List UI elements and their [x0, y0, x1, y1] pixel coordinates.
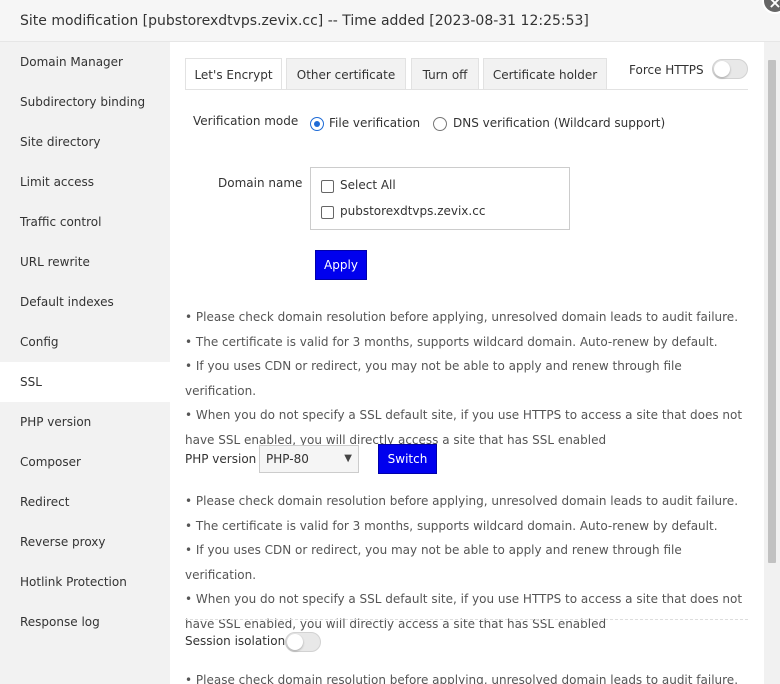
apply-button[interactable]: Apply — [315, 250, 367, 280]
note-text: • When you do not specify a SSL default … — [185, 592, 743, 631]
sidebar-item-hotlink-protection[interactable]: Hotlink Protection — [0, 562, 170, 602]
sidebar-item-site-directory[interactable]: Site directory — [0, 122, 170, 162]
sidebar-item-traffic-control[interactable]: Traffic control — [0, 202, 170, 242]
sidebar-item-config[interactable]: Config — [0, 322, 170, 362]
toggle-knob — [714, 61, 730, 77]
sidebar-item-response-log[interactable]: Response log — [0, 602, 170, 642]
select-all-checkbox[interactable] — [321, 180, 334, 193]
select-all-label[interactable]: Select All — [340, 178, 396, 192]
sidebar-item-php-version[interactable]: PHP version — [0, 402, 170, 442]
domain-checkbox[interactable] — [321, 206, 334, 219]
chevron-down-icon: ▼ — [344, 453, 352, 464]
window-title: Site modification [pubstorexdtvps.zevix.… — [20, 13, 589, 29]
ssl-panel: Let's Encrypt Other certificate Turn off… — [170, 42, 764, 684]
sidebar-item-default-indexes[interactable]: Default indexes — [0, 282, 170, 322]
sidebar-item-domain-manager[interactable]: Domain Manager — [0, 42, 170, 82]
note-text: • Please check domain resolution before … — [185, 494, 739, 508]
tab-turn-off[interactable]: Turn off — [411, 58, 479, 90]
file-verification-label[interactable]: File verification — [329, 116, 420, 130]
sidebar-item-ssl[interactable]: SSL — [0, 362, 170, 402]
dns-verification-label[interactable]: DNS verification (Wildcard support) — [453, 116, 665, 130]
section-divider — [185, 619, 748, 620]
toggle-knob — [287, 634, 303, 650]
session-isolation-label: Session isolation — [185, 634, 286, 648]
tab-certificate-holder[interactable]: Certificate holder — [483, 58, 607, 90]
sidebar-item-reverse-proxy[interactable]: Reverse proxy — [0, 522, 170, 562]
ssl-notes-2: • Please check domain resolution before … — [185, 489, 755, 636]
title-bar: Site modification [pubstorexdtvps.zevix.… — [0, 0, 780, 42]
domain-name-label: Domain name — [218, 176, 303, 190]
domain-option-label[interactable]: pubstorexdtvps.zevix.cc — [340, 204, 485, 218]
force-https-label: Force HTTPS — [629, 63, 704, 77]
verification-mode-label: Verification mode — [193, 114, 299, 128]
scrollbar-thumb[interactable] — [768, 60, 776, 563]
force-https-toggle[interactable] — [712, 59, 748, 79]
ssl-notes-3: • Please check domain resolution before … — [185, 668, 755, 684]
note-text: • If you uses CDN or redirect, you may n… — [185, 359, 682, 398]
sidebar-item-redirect[interactable]: Redirect — [0, 482, 170, 522]
sidebar-item-limit-access[interactable]: Limit access — [0, 162, 170, 202]
session-isolation-toggle[interactable] — [285, 632, 321, 652]
php-version-label: PHP version — [185, 452, 257, 466]
tab-other-certificate[interactable]: Other certificate — [286, 58, 406, 90]
php-version-select[interactable]: PHP-80 ▼ — [259, 445, 359, 473]
php-version-value: PHP-80 — [266, 452, 309, 466]
scrollbar[interactable] — [764, 42, 780, 684]
switch-button[interactable]: Switch — [378, 444, 437, 474]
file-verification-radio[interactable] — [310, 117, 324, 131]
ssl-notes-1: • Please check domain resolution before … — [185, 305, 755, 452]
sidebar: Domain Manager Subdirectory binding Site… — [0, 42, 170, 684]
note-text: • Please check domain resolution before … — [185, 673, 739, 684]
sidebar-item-url-rewrite[interactable]: URL rewrite — [0, 242, 170, 282]
sidebar-item-composer[interactable]: Composer — [0, 442, 170, 482]
dns-verification-radio[interactable] — [433, 117, 447, 131]
tab-divider — [185, 89, 748, 90]
domain-list: Select All pubstorexdtvps.zevix.cc — [310, 167, 570, 230]
note-text: • The certificate is valid for 3 months,… — [185, 518, 718, 533]
note-text: • If you uses CDN or redirect, you may n… — [185, 543, 682, 582]
tab-lets-encrypt[interactable]: Let's Encrypt — [185, 58, 282, 90]
note-text: • The certificate is valid for 3 months,… — [185, 334, 718, 349]
note-text: • Please check domain resolution before … — [185, 310, 739, 324]
sidebar-item-subdirectory-binding[interactable]: Subdirectory binding — [0, 82, 170, 122]
